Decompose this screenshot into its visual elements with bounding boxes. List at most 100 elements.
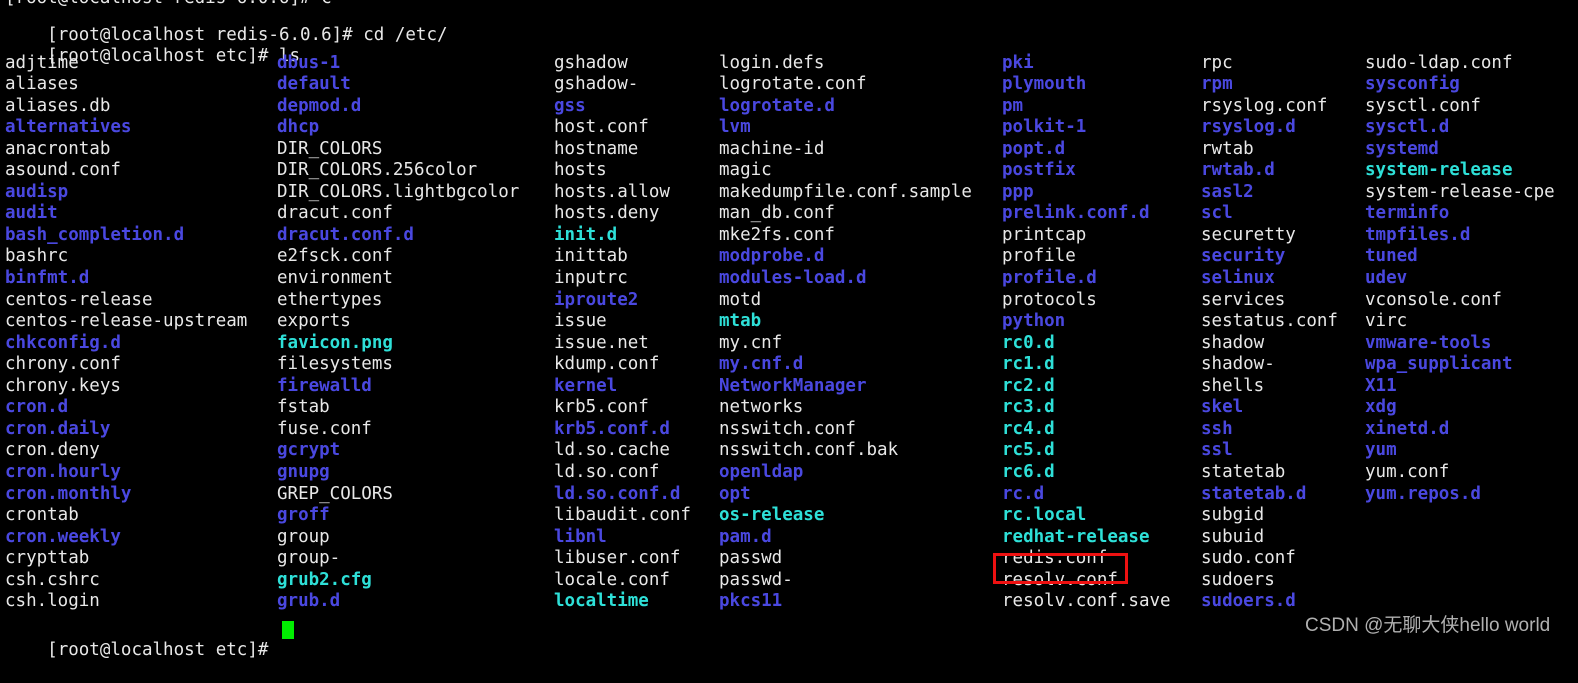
ls-entry-cron-d: cron.d bbox=[5, 397, 69, 418]
ls-entry-crontab: crontab bbox=[5, 505, 79, 526]
ls-entry-resolv-conf: resolv.conf bbox=[1002, 569, 1118, 590]
ls-entry-hosts: hosts bbox=[554, 160, 607, 181]
ls-entry-mtab: mtab bbox=[719, 311, 762, 332]
ls-entry-rc6-d: rc6.d bbox=[1002, 461, 1055, 482]
ls-entry-opt: opt bbox=[719, 483, 751, 504]
ls-entry-systemd: systemd bbox=[1365, 138, 1439, 159]
ls-entry-default: default bbox=[277, 74, 351, 95]
ls-entry-machine-id: machine-id bbox=[719, 138, 825, 159]
ls-entry-networkmanager: NetworkManager bbox=[719, 375, 867, 396]
ls-entry-sysctl-conf: sysctl.conf bbox=[1365, 95, 1481, 116]
ls-entry-rsyslog-d: rsyslog.d bbox=[1201, 117, 1296, 138]
text-cursor bbox=[281, 621, 294, 639]
ls-entry-rc-local: rc.local bbox=[1002, 505, 1087, 526]
ls-entry-libnl: libnl bbox=[554, 526, 607, 547]
ls-entry-vmware-tools: vmware-tools bbox=[1365, 332, 1492, 353]
ls-entry-init-d: init.d bbox=[554, 224, 618, 245]
ls-entry-filesystems: filesystems bbox=[277, 354, 393, 375]
ls-entry-exports: exports bbox=[277, 311, 351, 332]
ls-entry-login-defs: login.defs bbox=[719, 52, 825, 73]
ls-entry-my-cnf: my.cnf bbox=[719, 332, 783, 353]
ls-entry-printcap: printcap bbox=[1002, 224, 1087, 245]
ls-entry-nsswitch-conf: nsswitch.conf bbox=[719, 418, 856, 439]
ls-entry-ld-so-conf-d: ld.so.conf.d bbox=[554, 483, 681, 504]
ls-entry-grep-colors: GREP_COLORS bbox=[277, 483, 393, 504]
ls-entry-rc5-d: rc5.d bbox=[1002, 440, 1055, 461]
ls-entry-nsswitch-conf-bak: nsswitch.conf.bak bbox=[719, 440, 899, 461]
ls-entry-chrony-keys: chrony.keys bbox=[5, 375, 121, 396]
ls-entry-anacrontab: anacrontab bbox=[5, 138, 111, 159]
ls-entry-ethertypes: ethertypes bbox=[277, 289, 383, 310]
ls-entry-xinetd-d: xinetd.d bbox=[1365, 418, 1450, 439]
ls-entry-alternatives: alternatives bbox=[5, 117, 132, 138]
ls-entry-yum-conf: yum.conf bbox=[1365, 461, 1450, 482]
ls-entry-statetab-d: statetab.d bbox=[1201, 483, 1307, 504]
ls-entry-mke2fs-conf: mke2fs.conf bbox=[719, 224, 835, 245]
ls-entry-subuid: subuid bbox=[1201, 526, 1265, 547]
ls-entry-localtime: localtime bbox=[554, 591, 649, 612]
ls-entry-xdg: xdg bbox=[1365, 397, 1397, 418]
ls-entry-chrony-conf: chrony.conf bbox=[5, 354, 121, 375]
ls-entry-sysconfig: sysconfig bbox=[1365, 74, 1460, 95]
ls-entry-depmod-d: depmod.d bbox=[277, 95, 362, 116]
ls-entry-group-: group- bbox=[277, 548, 341, 569]
ls-entry-audit: audit bbox=[5, 203, 58, 224]
ls-entry-security: security bbox=[1201, 246, 1286, 267]
ls-entry-modules-load-d: modules-load.d bbox=[719, 268, 867, 288]
ls-entry-environment: environment bbox=[277, 268, 393, 288]
ls-entry-locale-conf: locale.conf bbox=[554, 569, 670, 590]
ls-entry-grub-d: grub.d bbox=[277, 591, 341, 612]
ls-entry-wpa-supplicant: wpa_supplicant bbox=[1365, 354, 1513, 375]
ls-entry-rc1-d: rc1.d bbox=[1002, 354, 1055, 375]
ls-entry-scl: scl bbox=[1201, 203, 1233, 224]
ls-entry-rwtab-d: rwtab.d bbox=[1201, 160, 1275, 181]
ls-entry-modprobe-d: modprobe.d bbox=[719, 246, 825, 267]
ls-entry-rsyslog-conf: rsyslog.conf bbox=[1201, 95, 1328, 116]
ls-entry-postfix: postfix bbox=[1002, 160, 1076, 181]
ls-entry-issue: issue bbox=[554, 311, 607, 332]
ls-entry-libaudit-conf: libaudit.conf bbox=[554, 505, 691, 526]
ls-entry-centos-release: centos-release bbox=[5, 289, 153, 310]
terminal-window[interactable]: [root@localhost redis-6.0.6]# c [root@lo… bbox=[0, 0, 1578, 660]
ls-entry-subgid: subgid bbox=[1201, 505, 1265, 526]
ls-entry-host-conf: host.conf bbox=[554, 117, 649, 138]
ls-entry-bashrc: bashrc bbox=[5, 246, 69, 267]
ls-entry-polkit-1: polkit-1 bbox=[1002, 117, 1087, 138]
ls-entry-statetab: statetab bbox=[1201, 461, 1286, 482]
ls-entry-shadow: shadow bbox=[1201, 332, 1265, 353]
ls-entry-man-db-conf: man_db.conf bbox=[719, 203, 835, 224]
ls-entry-sudo-ldap-conf: sudo-ldap.conf bbox=[1365, 52, 1513, 73]
ls-entry-libuser-conf: libuser.conf bbox=[554, 548, 681, 569]
ls-entry-inputrc: inputrc bbox=[554, 268, 628, 288]
ls-entry-yum: yum bbox=[1365, 440, 1397, 461]
ls-entry-aliases-db: aliases.db bbox=[5, 95, 111, 116]
ls-entry-cron-deny: cron.deny bbox=[5, 440, 100, 461]
ls-entry-issue-net: issue.net bbox=[554, 332, 649, 353]
ls-entry-pki: pki bbox=[1002, 52, 1034, 73]
ls-entry-dhcp: dhcp bbox=[277, 117, 320, 138]
ls-entry-dir-colors-lightbgcolor: DIR_COLORS.lightbgcolor bbox=[277, 181, 520, 202]
ls-entry-ssl: ssl bbox=[1201, 440, 1233, 461]
ls-entry-terminfo: terminfo bbox=[1365, 203, 1450, 224]
ls-entry-csh-cshrc: csh.cshrc bbox=[5, 569, 100, 590]
ls-entry-openldap: openldap bbox=[719, 461, 804, 482]
ls-entry-inittab: inittab bbox=[554, 246, 628, 267]
ls-entry-centos-release-upstream: centos-release-upstream bbox=[5, 311, 248, 332]
ls-entry-dir-colors-256color: DIR_COLORS.256color bbox=[277, 160, 478, 181]
ls-entry-ld-so-conf: ld.so.conf bbox=[554, 461, 660, 482]
ls-entry-lvm: lvm bbox=[719, 117, 751, 138]
ls-entry-profile-d: profile.d bbox=[1002, 268, 1097, 288]
ls-entry-securetty: securetty bbox=[1201, 224, 1296, 245]
ls-entry-firewalld: firewalld bbox=[277, 375, 372, 396]
ls-entry-csh-login: csh.login bbox=[5, 591, 100, 612]
ls-entry-dbus-1: dbus-1 bbox=[277, 52, 341, 73]
ls-entry-shadow-: shadow- bbox=[1201, 354, 1275, 375]
ls-entry-bash-completion-d: bash_completion.d bbox=[5, 224, 185, 245]
ls-entry-krb5-conf-d: krb5.conf.d bbox=[554, 418, 670, 439]
ls-entry-protocols: protocols bbox=[1002, 289, 1097, 310]
ls-entry-favicon-png: favicon.png bbox=[277, 332, 393, 353]
ls-entry-pam-d: pam.d bbox=[719, 526, 772, 547]
ls-entry-sudoers: sudoers bbox=[1201, 569, 1275, 590]
ls-entry-plymouth: plymouth bbox=[1002, 74, 1087, 95]
ls-entry-hosts-deny: hosts.deny bbox=[554, 203, 660, 224]
